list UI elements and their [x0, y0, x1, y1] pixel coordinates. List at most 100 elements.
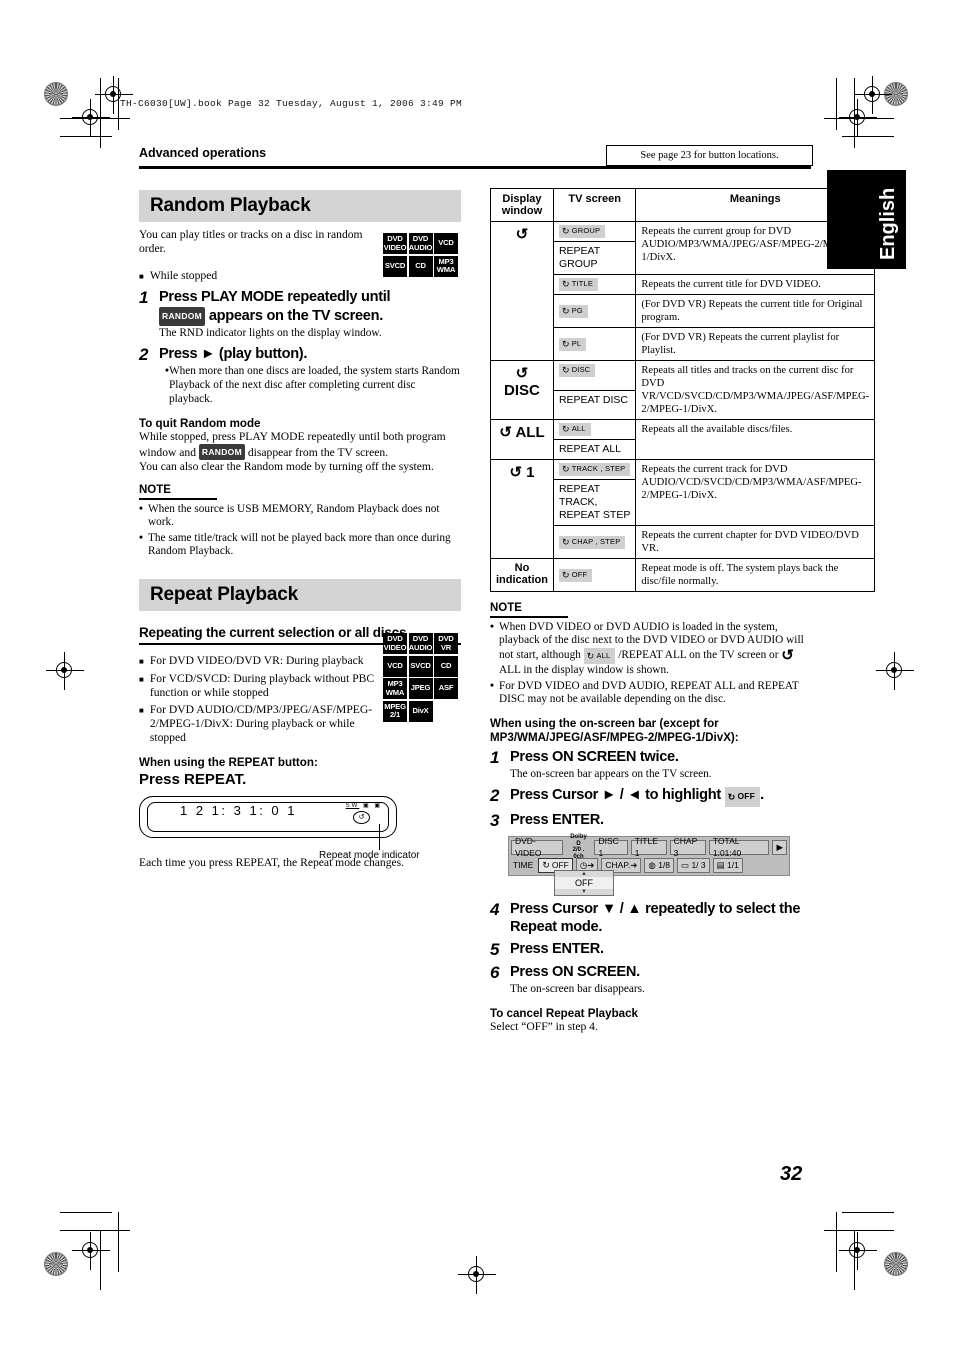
repeat-mode-table: Display window TV screen Meanings ↺ ↻ GRO… [490, 188, 876, 592]
subtitle-icon: ▭ [681, 860, 690, 871]
display-window-numbers: 1 2 1: 3 1: 0 1 [180, 802, 298, 818]
osb-angle-cell[interactable]: ▤ 1/1 [712, 857, 743, 873]
breadcrumb-rule [139, 166, 811, 169]
col-header-tv-screen: TV screen [552, 188, 637, 222]
disc-badge-svcd: SVCD [408, 655, 433, 677]
disc-badge-vcd: VCD [434, 233, 458, 254]
repeat-loop-icon: ↻ [561, 226, 570, 236]
osb-chapter-number[interactable]: CHAP 3 [669, 836, 706, 858]
osd-chip-pl: ↻ PL [558, 337, 587, 351]
cell-tv-chip: ↻ OFF [552, 558, 637, 592]
disc-badge-mp3-wma: MP3 WMA [434, 255, 458, 277]
disc-badge-jpeg: JPEG [408, 678, 433, 699]
step-text: Press ENTER. [510, 812, 604, 829]
registration-dot-top-left [44, 82, 68, 106]
disc-compat-grid-repeat: DVD VIDEO DVD AUDIO DVD VR VCD SVCD CD MP3 W… [383, 633, 458, 722]
section-title-repeat: Repeat Playback [139, 579, 461, 612]
see-page-note: See page 23 for button locations. [606, 145, 813, 166]
cell-meaning: (For DVD VR) Repeats the current title f… [635, 294, 876, 328]
step-text: Press Cursor ► / ◄ to highlight ↻ OFF. [510, 786, 764, 808]
page-canvas: TH-C6030[UW].book Page 32 Tuesday, Augus… [0, 0, 954, 1351]
disc-badge-empty [434, 700, 458, 722]
note-item: • The same title/track will not be played… [139, 531, 451, 558]
onscreen-bar-row-bottom: TIME ↻ OFF ◷ ➜ CHAP.➜ ◍ 1/8 ▭ 1/ 3 ▤ 1/1 [511, 857, 787, 873]
osb-next-arrow-icon[interactable]: ▶ [772, 839, 788, 855]
dropdown-value: OFF [555, 877, 613, 890]
disc-badge-divx: DivX [408, 700, 433, 722]
repeat-condition: ■ For DVD AUDIO/CD/MP3/JPEG/ASF/MPEG-2/MP… [139, 702, 373, 745]
registration-crosshair-right-middle [876, 652, 914, 690]
audio-icon: ◍ [648, 860, 656, 871]
repeat-loop-icon: ↻ [542, 860, 550, 871]
repeat-loop-icon: ↻ [727, 791, 736, 802]
cell-meaning: Repeats the current title for DVD VIDEO. [635, 274, 876, 295]
onscreen-step-5: 5 Press ENTER. [490, 941, 812, 959]
cell-tv-text: REPEAT GROUP [552, 241, 637, 275]
osb-audio-cell[interactable]: ◍ 1/8 [644, 857, 675, 873]
cell-meaning: Repeats the current group for DVD AUDIO/… [635, 221, 876, 275]
onscreen-step-1: 1 Press ON SCREEN twice. [490, 749, 812, 767]
cell-meaning: Repeat mode is off. The system plays bac… [635, 558, 876, 592]
language-tab-label: English [877, 187, 899, 260]
disc-badge-cd: CD [408, 255, 433, 277]
table-row: ↺ DISC ↻ DISC Repeats all titles and trac… [490, 360, 876, 420]
repeat-loop-icon: ↻ [561, 305, 570, 316]
repeat-loop-icon: ↻ [561, 365, 570, 375]
osd-chip-group: ↻ GROUP [558, 225, 606, 238]
disc-compat-grid-random: DVD VIDEO DVD AUDIO VCD SVCD CD MP3 WMA [383, 233, 458, 277]
left-column: Random Playback You can play titles or t… [139, 190, 461, 870]
registration-dot-bottom-right [884, 1252, 908, 1276]
repeat-loop-icon: ↻ [561, 279, 570, 289]
table-row: ↺ 1 ↻ TRACK , STEP Repeats the current tr… [490, 459, 876, 559]
cell-tv-chip: ↻ DISC [552, 360, 637, 391]
cell-display-none: No indication [490, 558, 554, 592]
onscreen-bar-figure: DVD-VIDEO Dolby D 2/0 . 0ch DISC 1 TITLE… [490, 834, 812, 897]
dot-bullet-icon: • [139, 531, 143, 544]
repeat-loop-icon: ↻ [586, 650, 595, 661]
repeat-loop-icon: ↻ [561, 569, 570, 580]
osb-total-time[interactable]: TOTAL 1:01:40 [708, 836, 770, 858]
cell-meaning: Repeats the current track for DVD AUDIO/… [635, 459, 876, 526]
onscreen-bar-row-top: DVD-VIDEO Dolby D 2/0 . 0ch DISC 1 TITLE… [511, 834, 788, 860]
chevron-down-icon[interactable]: ▼ [555, 889, 613, 895]
cell-display-one: ↺ 1 [490, 459, 554, 559]
step-number: 5 [490, 940, 500, 960]
osb-title-number[interactable]: TITLE 1 [630, 836, 667, 858]
registration-crosshair-top-center [854, 76, 892, 114]
onscreen-step-2: 2 Press Cursor ► / ◄ to highlight ↻ OFF. [490, 787, 812, 808]
repeat-mode-dropdown[interactable]: ▲ OFF ▼ [554, 870, 614, 897]
osb-audio-format: Dolby D 2/0 . 0ch [570, 834, 587, 860]
osd-chip-pg: ↻ PG [558, 304, 588, 318]
registration-crosshair-bottom-right [839, 1232, 877, 1270]
onscreen-bar: DVD-VIDEO Dolby D 2/0 . 0ch DISC 1 TITLE… [508, 834, 790, 877]
repeat-loop-icon: ↻ [561, 536, 570, 547]
step-number: 2 [139, 345, 149, 365]
step-number: 6 [490, 963, 500, 983]
callout-leader-line [379, 823, 380, 850]
random-step-1: 1 Press PLAY MODE repeatedly until RANDO… [139, 289, 461, 327]
registration-dot-bottom-left [44, 1252, 68, 1276]
disc-badge-cd: CD [434, 655, 458, 677]
random-chip-icon: RANDOM [198, 443, 245, 460]
col-header-meanings: Meanings [635, 188, 876, 222]
note-item: • For DVD VIDEO and DVD AUDIO, REPEAT ALL… [490, 679, 799, 706]
osb-subtitle-cell[interactable]: ▭ 1/ 3 [677, 857, 710, 873]
step-text: Press ENTER. [510, 941, 604, 958]
osd-chip-chap-step: ↻ CHAP , STEP [558, 535, 626, 549]
note-heading-right: NOTE [490, 602, 522, 614]
display-window-figure: 1 2 1: 3 1: 0 1 SW ▣ ▣ ↺ Repeat mode ind… [139, 795, 461, 861]
square-bullet-icon: ■ [139, 705, 144, 715]
cell-meaning: Repeats all titles and tracks on the cur… [635, 360, 876, 420]
cancel-repeat-heading: To cancel Repeat Playback [490, 1007, 638, 1021]
random-step-1-desc: The RND indicator lights on the display … [159, 327, 382, 340]
table-row: ↺ ↻ GROUP Repeats the current group for D… [490, 221, 876, 361]
note-item: • When DVD VIDEO or DVD AUDIO is loaded … [490, 620, 804, 677]
disc-indicator-icon: ▣ ▣ [362, 802, 382, 809]
right-column: Display window TV screen Meanings ↺ ↻ GRO… [490, 188, 876, 1034]
osb-disc-type: DVD-VIDEO [511, 836, 563, 858]
step-number: 1 [490, 748, 500, 768]
onscreen-step-6: 6 Press ON SCREEN. [490, 964, 812, 982]
cell-tv-chip: ↻ PL [552, 327, 637, 361]
osb-disc-number[interactable]: DISC 1 [594, 836, 628, 858]
cell-meaning: Repeats all the available discs/files. [635, 419, 876, 460]
